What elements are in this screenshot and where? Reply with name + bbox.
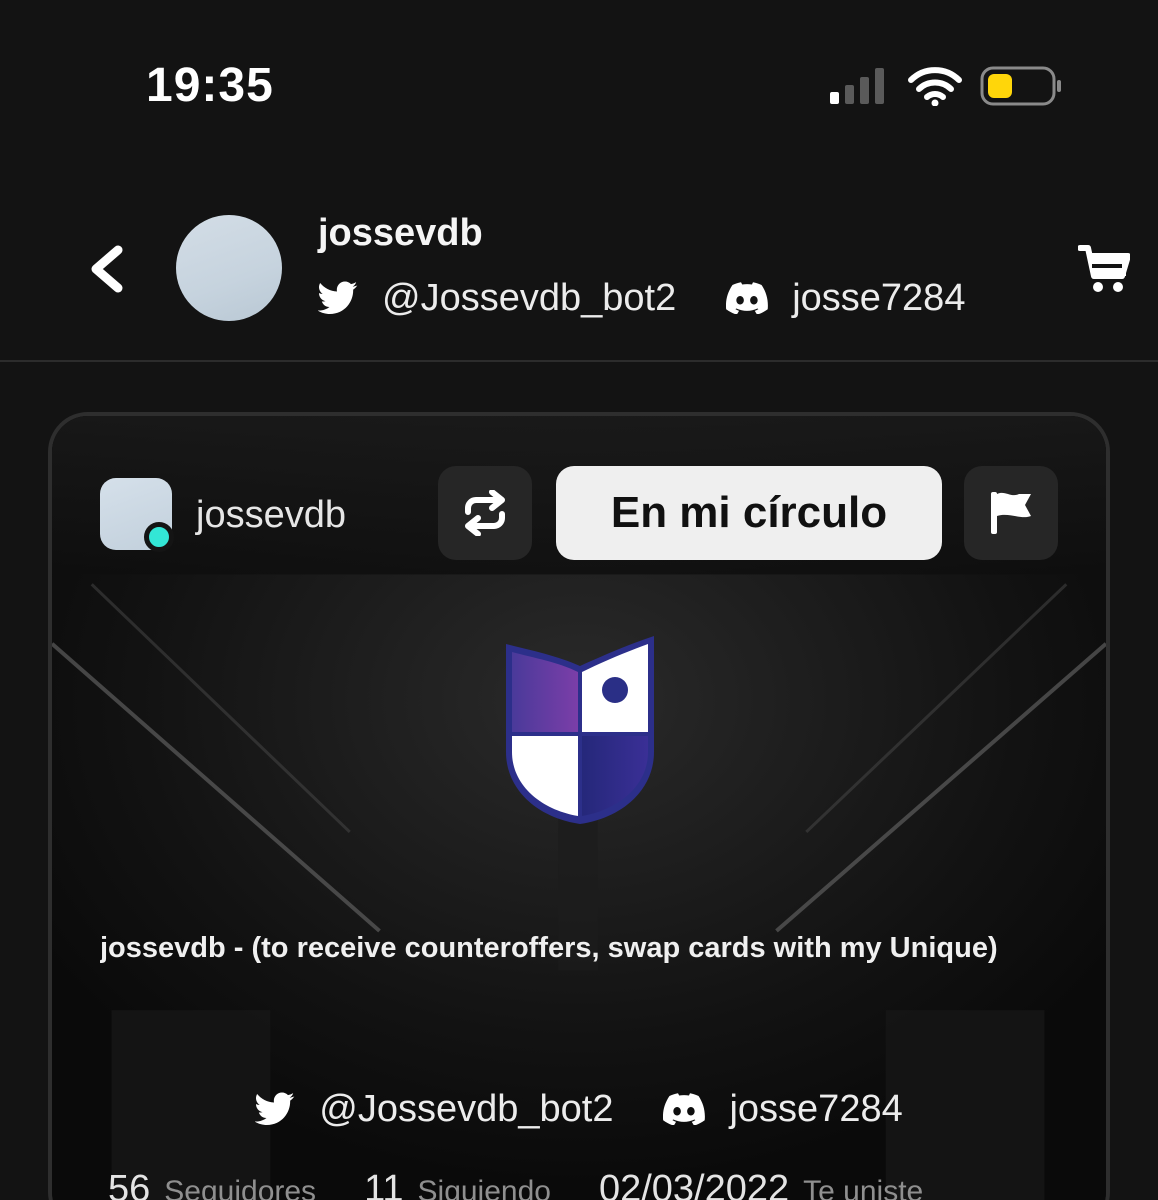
- profile-name: jossevdb: [318, 212, 483, 254]
- in-my-circle-button[interactable]: En mi círculo: [556, 466, 942, 560]
- profile-header: jossevdb @Jossevdb_bot2 josse7284: [0, 180, 1158, 362]
- card-socials: @Jossevdb_bot2 josse7284: [52, 1084, 1106, 1134]
- card-toolbar: jossevdb En mi círculo: [52, 416, 1106, 576]
- followers-count: 56: [108, 1168, 151, 1200]
- followers-stat[interactable]: 56 Seguidores: [108, 1168, 316, 1200]
- discord-icon: [663, 1093, 706, 1125]
- status-time: 19:35: [146, 59, 274, 112]
- flag-icon: [991, 492, 1031, 534]
- profile-stats: 56 Seguidores 11 Siguiendo 02/03/2022 Te…: [108, 1168, 1088, 1200]
- card-twitter-link[interactable]: @Jossevdb_bot2: [255, 1088, 613, 1131]
- following-stat[interactable]: 11 Siguiendo: [364, 1168, 551, 1200]
- discord-link[interactable]: josse7284: [726, 277, 965, 320]
- joined-label: Te uniste: [803, 1175, 924, 1200]
- unique-shield-logo: [506, 636, 654, 824]
- signal-icon: [830, 68, 884, 104]
- following-label: Siguiendo: [417, 1175, 551, 1200]
- card-username: jossevdb: [196, 494, 346, 536]
- cart-icon[interactable]: [1078, 244, 1130, 294]
- wifi-icon: [908, 67, 962, 106]
- twitter-icon: [318, 281, 358, 314]
- profile-bio: jossevdb - (to receive counteroffers, sw…: [100, 932, 998, 964]
- discord-handle: josse7284: [792, 276, 966, 319]
- card-discord-link[interactable]: josse7284: [663, 1087, 903, 1131]
- avatar[interactable]: [176, 215, 282, 321]
- following-count: 11: [364, 1168, 404, 1200]
- header-socials: @Jossevdb_bot2 josse7284: [318, 276, 965, 320]
- followers-label: Seguidores: [164, 1175, 317, 1200]
- repost-button[interactable]: [438, 466, 532, 560]
- online-status-dot: [144, 522, 174, 552]
- twitter-handle: @Jossevdb_bot2: [382, 276, 677, 319]
- twitter-link[interactable]: @Jossevdb_bot2: [318, 277, 676, 320]
- battery-icon: [980, 66, 1061, 106]
- joined-stat: 02/03/2022 Te uniste: [599, 1168, 923, 1200]
- report-flag-button[interactable]: [964, 466, 1058, 560]
- status-bar: 19:35: [0, 0, 1158, 170]
- card-twitter-handle: @Jossevdb_bot2: [319, 1087, 614, 1130]
- joined-date: 02/03/2022: [598, 1168, 790, 1200]
- profile-screen: 19:35 jossevdb @Jossevdb_bot2 josse7284 …: [0, 0, 1158, 1200]
- card-discord-handle: josse7284: [729, 1087, 903, 1130]
- profile-card: jossevdb En mi círculo jossevdb - (to re…: [48, 412, 1110, 1200]
- repost-icon: [465, 490, 505, 536]
- twitter-icon: [255, 1092, 295, 1125]
- discord-icon: [726, 282, 769, 314]
- chevron-left-icon[interactable]: [84, 244, 128, 294]
